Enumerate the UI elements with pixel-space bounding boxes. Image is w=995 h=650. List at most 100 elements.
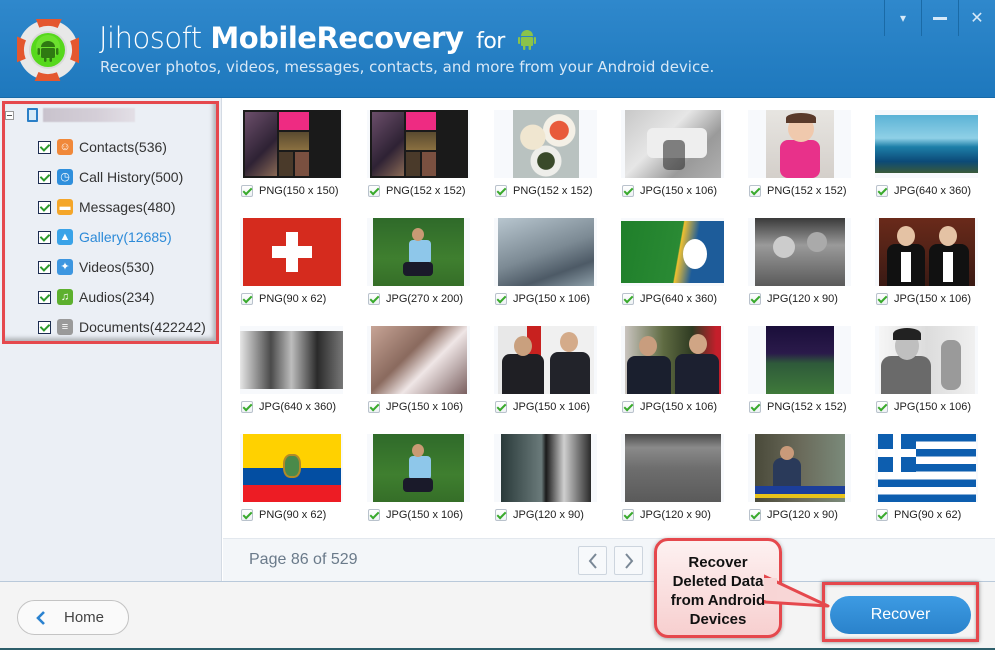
item-checkbox[interactable]: [749, 185, 761, 197]
item-checkbox[interactable]: [495, 185, 507, 197]
thumbnail-frame[interactable]: [875, 434, 978, 502]
thumbnail-frame[interactable]: [367, 110, 470, 178]
thumbnail-frame[interactable]: [621, 434, 724, 502]
thumbnail-caption: JPG(150 x 106): [622, 401, 717, 413]
gallery-item[interactable]: JPG(150 x 106): [364, 434, 491, 542]
item-checkbox[interactable]: [241, 509, 253, 521]
gallery-item[interactable]: JPG(270 x 200): [364, 218, 491, 326]
item-checkbox[interactable]: [241, 401, 253, 413]
gallery-item[interactable]: JPG(150 x 106): [364, 326, 491, 434]
thumbnail-frame[interactable]: [494, 218, 597, 286]
gallery-item[interactable]: PNG(152 x 152): [491, 110, 618, 218]
item-checkbox[interactable]: [622, 401, 634, 413]
chevron-left-icon: [588, 552, 597, 569]
item-checkbox[interactable]: [368, 293, 380, 305]
thumbnail-frame[interactable]: [875, 110, 978, 178]
gallery-item[interactable]: PNG(150 x 150): [237, 110, 364, 218]
gallery-item[interactable]: JPG(150 x 106): [618, 110, 745, 218]
thumbnail-frame[interactable]: [367, 434, 470, 502]
item-checkbox[interactable]: [368, 401, 380, 413]
gallery-item[interactable]: JPG(120 x 90): [618, 434, 745, 542]
item-checkbox[interactable]: [876, 509, 888, 521]
item-checkbox[interactable]: [622, 293, 634, 305]
thumbnail-caption: JPG(150 x 106): [876, 293, 971, 305]
item-checkbox[interactable]: [749, 293, 761, 305]
next-page-button[interactable]: [614, 546, 643, 575]
gallery-item[interactable]: PNG(90 x 62): [237, 434, 364, 542]
app-title-product: MobileRecovery: [210, 21, 464, 55]
recover-button[interactable]: Recover: [830, 596, 971, 634]
item-checkbox[interactable]: [495, 509, 507, 521]
gallery-item[interactable]: JPG(640 x 360): [618, 218, 745, 326]
item-checkbox[interactable]: [368, 509, 380, 521]
thumbnail-frame[interactable]: [367, 218, 470, 286]
thumbnail-image: [754, 434, 845, 502]
item-checkbox[interactable]: [241, 185, 253, 197]
item-checkbox[interactable]: [749, 509, 761, 521]
home-button[interactable]: Home: [17, 600, 129, 635]
thumbnail-frame[interactable]: [494, 434, 597, 502]
thumbnail-image: [373, 218, 464, 286]
thumbnail-caption: JPG(120 x 90): [749, 293, 838, 305]
gallery-item[interactable]: PNG(152 x 152): [364, 110, 491, 218]
item-checkbox[interactable]: [622, 185, 634, 197]
gallery-item[interactable]: JPG(120 x 90): [491, 434, 618, 542]
close-button[interactable]: ✕: [958, 0, 995, 36]
item-checkbox[interactable]: [876, 185, 888, 197]
callout-pointer: [764, 574, 830, 608]
gallery-item[interactable]: JPG(150 x 106): [491, 326, 618, 434]
thumbnail-frame[interactable]: [240, 218, 343, 286]
thumbnail-frame[interactable]: [748, 326, 851, 394]
thumbnail-frame[interactable]: [748, 110, 851, 178]
gallery-item[interactable]: JPG(150 x 106): [872, 326, 995, 434]
app-title-for: for: [476, 29, 505, 54]
thumbnail-image: [500, 434, 591, 502]
item-checkbox[interactable]: [495, 293, 507, 305]
gallery-item[interactable]: PNG(90 x 62): [872, 434, 995, 542]
thumbnail-frame[interactable]: [240, 326, 343, 394]
file-info-label: JPG(270 x 200): [386, 293, 464, 305]
gallery-item[interactable]: PNG(152 x 152): [745, 110, 872, 218]
thumbnail-image: [875, 115, 978, 173]
gallery-item[interactable]: JPG(120 x 90): [745, 218, 872, 326]
item-checkbox[interactable]: [622, 509, 634, 521]
thumbnail-frame[interactable]: [621, 326, 724, 394]
gallery-item[interactable]: JPG(150 x 106): [872, 218, 995, 326]
item-checkbox[interactable]: [368, 185, 380, 197]
thumbnail-frame[interactable]: [748, 434, 851, 502]
thumbnail-frame[interactable]: [240, 110, 343, 178]
thumbnail-caption: PNG(152 x 152): [749, 185, 846, 197]
minimize-button[interactable]: [921, 0, 958, 36]
gallery-item[interactable]: PNG(90 x 62): [237, 218, 364, 326]
thumbnail-caption: JPG(640 x 360): [876, 185, 971, 197]
prev-page-button[interactable]: [578, 546, 607, 575]
thumbnail-image: [877, 434, 976, 502]
thumbnail-caption: JPG(150 x 106): [876, 401, 971, 413]
menu-dropdown-button[interactable]: ▾: [884, 0, 921, 36]
gallery-item[interactable]: JPG(150 x 106): [618, 326, 745, 434]
thumbnail-frame[interactable]: [875, 326, 978, 394]
thumbnail-frame[interactable]: [494, 110, 597, 178]
thumbnail-image: [878, 218, 975, 286]
thumbnail-frame[interactable]: [494, 326, 597, 394]
gallery-item[interactable]: JPG(640 x 360): [872, 110, 995, 218]
chevron-right-icon: [624, 552, 633, 569]
item-checkbox[interactable]: [749, 401, 761, 413]
gallery-item[interactable]: JPG(640 x 360): [237, 326, 364, 434]
item-checkbox[interactable]: [876, 401, 888, 413]
thumbnail-frame[interactable]: [367, 326, 470, 394]
gallery-item[interactable]: JPG(150 x 106): [491, 218, 618, 326]
thumbnail-frame[interactable]: [875, 218, 978, 286]
thumbnail-caption: PNG(152 x 152): [495, 185, 592, 197]
thumbnail-frame[interactable]: [240, 434, 343, 502]
thumbnail-image: [624, 110, 721, 178]
item-checkbox[interactable]: [495, 401, 507, 413]
thumbnail-frame[interactable]: [748, 218, 851, 286]
thumbnail-frame[interactable]: [621, 218, 724, 286]
thumbnail-frame[interactable]: [621, 110, 724, 178]
gallery-item[interactable]: PNG(152 x 152): [745, 326, 872, 434]
gallery-item[interactable]: JPG(120 x 90): [745, 434, 872, 542]
item-checkbox[interactable]: [876, 293, 888, 305]
thumbnail-caption: JPG(120 x 90): [622, 509, 711, 521]
item-checkbox[interactable]: [241, 293, 253, 305]
